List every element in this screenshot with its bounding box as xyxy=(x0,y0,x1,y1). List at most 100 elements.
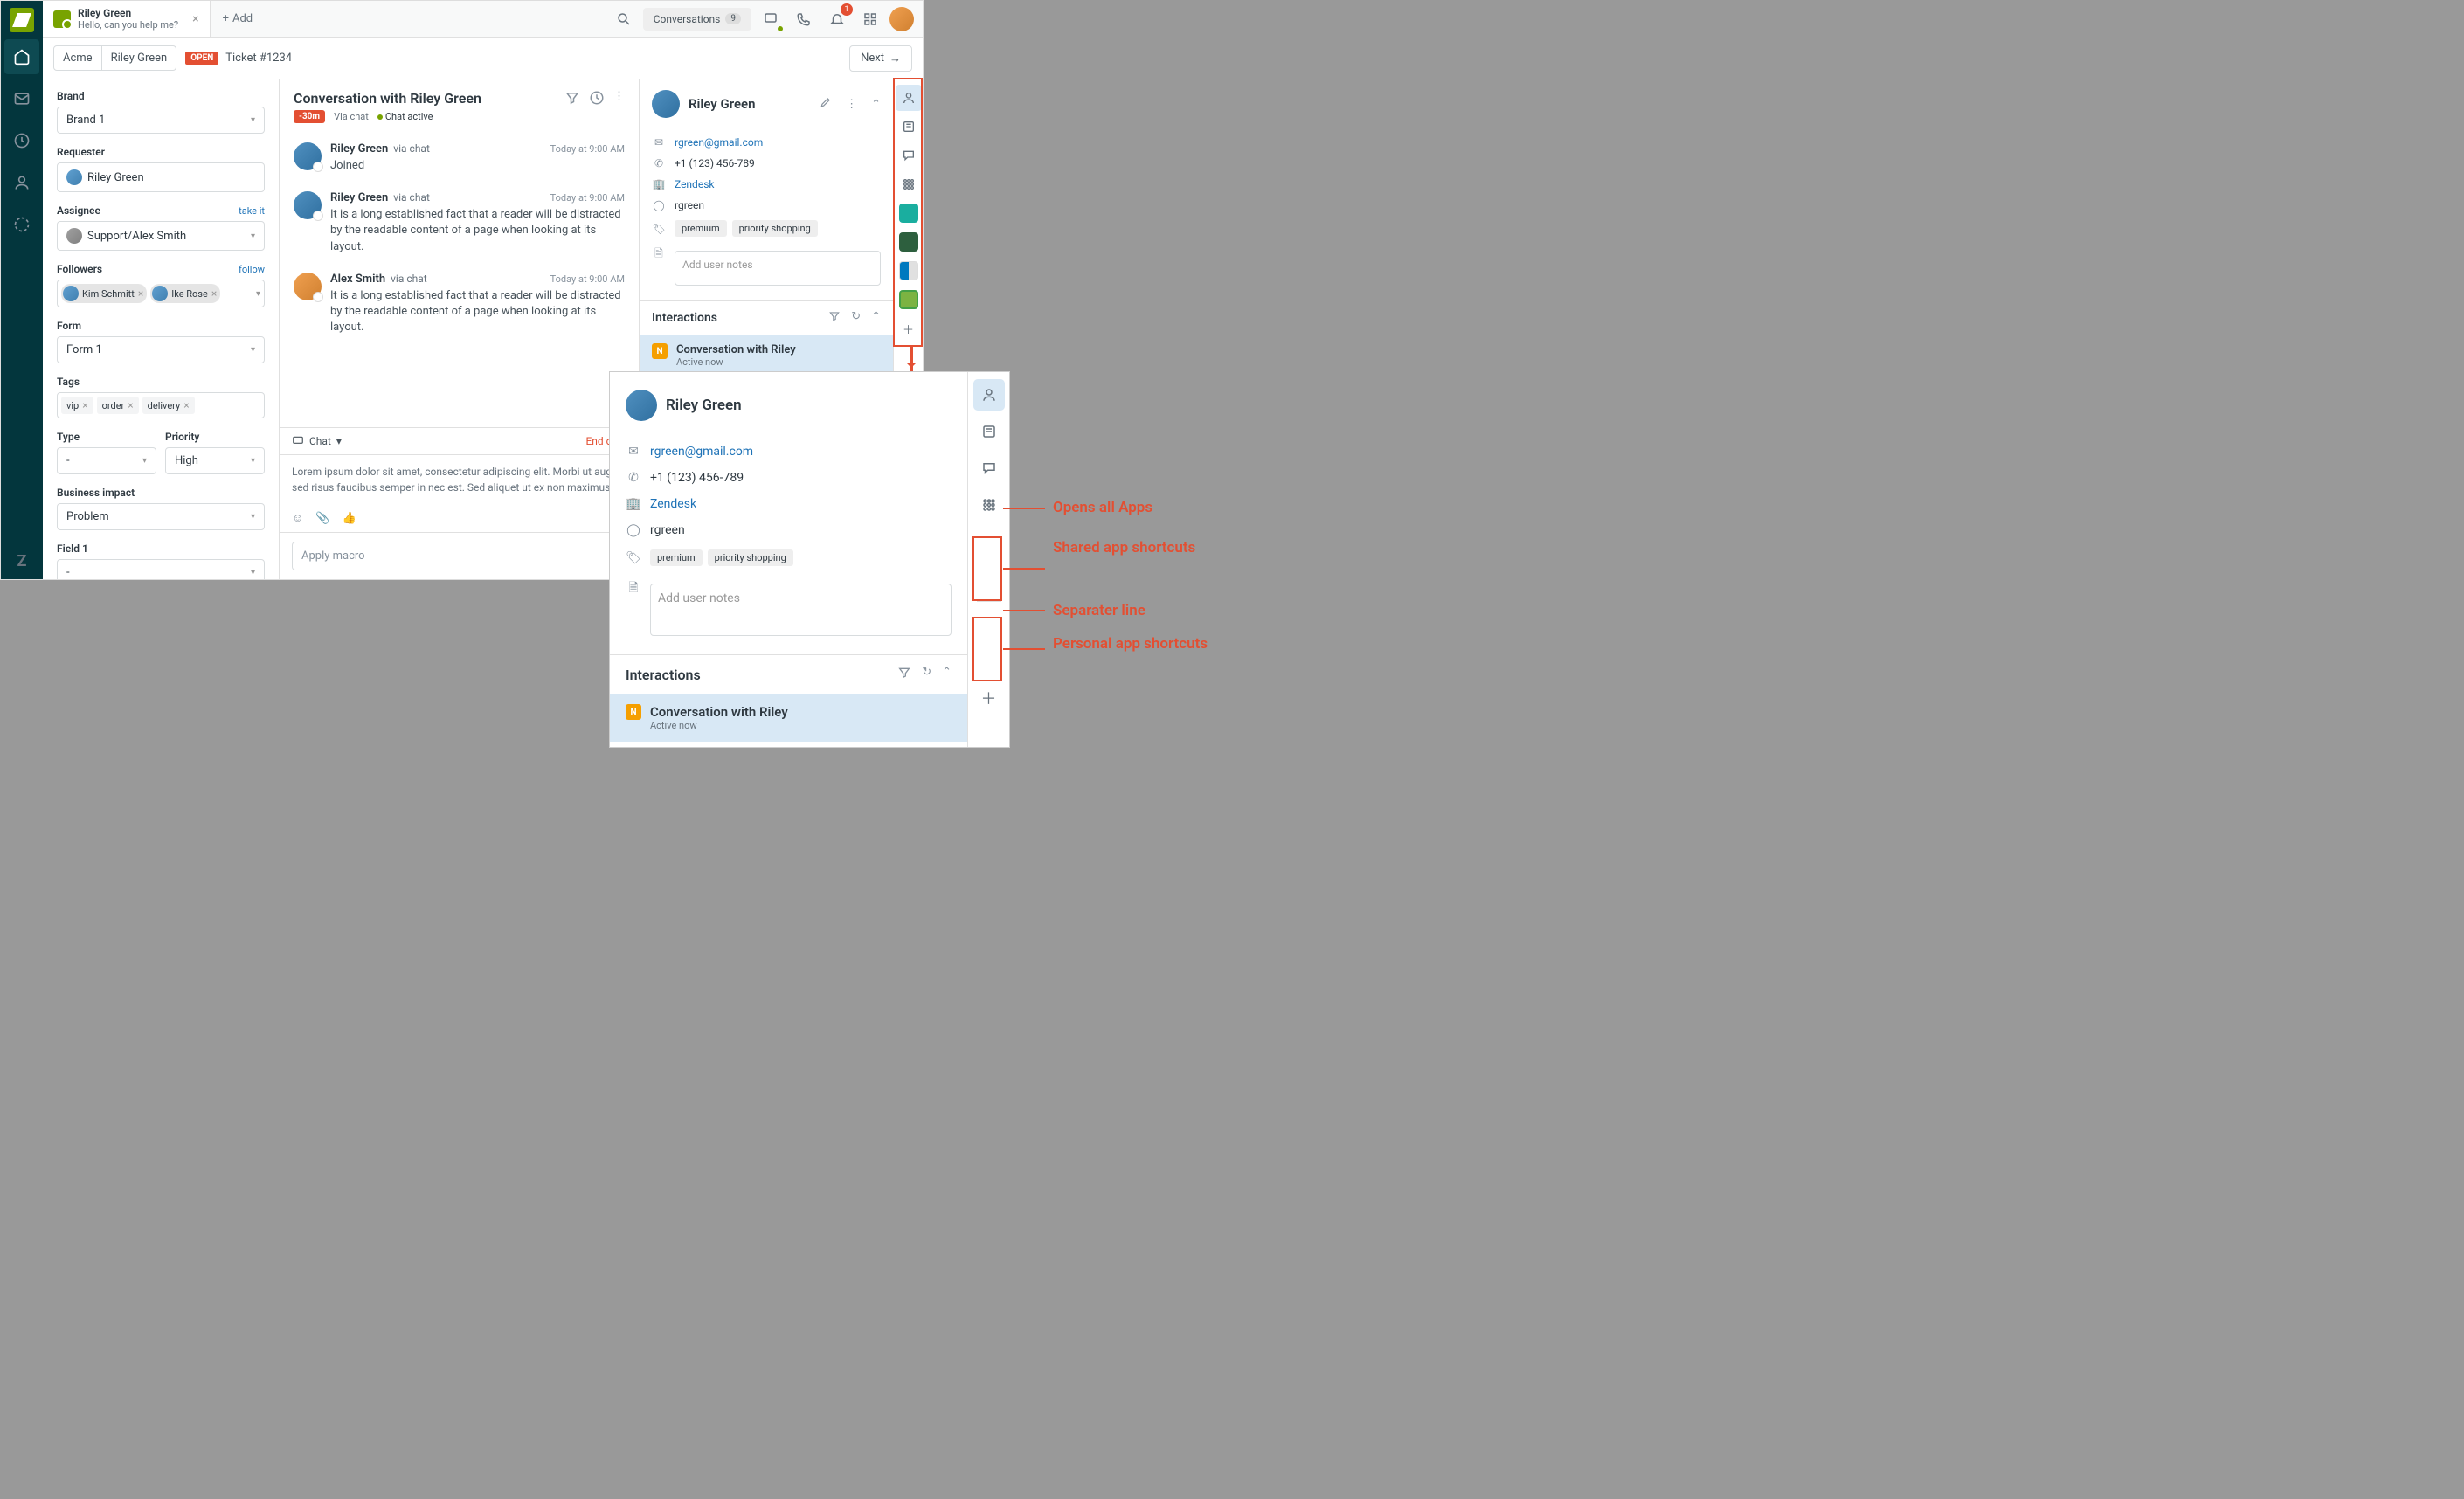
next-button[interactable]: Next→ xyxy=(849,45,912,72)
remove-icon[interactable]: × xyxy=(138,287,143,300)
phone-icon: ✆ xyxy=(626,471,641,485)
customer-email[interactable]: rgreen@gmail.com xyxy=(675,136,763,149)
zendesk-z-icon[interactable]: Z xyxy=(17,552,27,570)
user-notes-input[interactable]: Add user notes xyxy=(675,251,881,286)
rail-user-icon[interactable] xyxy=(896,85,922,111)
filter-icon[interactable] xyxy=(897,666,911,683)
nav-mail-icon[interactable] xyxy=(4,81,39,116)
field1-label: Field 1 xyxy=(57,542,265,555)
user-avatar[interactable] xyxy=(889,7,914,31)
thumbs-up-icon[interactable]: 👍 xyxy=(342,512,356,525)
nav-help-icon[interactable] xyxy=(4,207,39,242)
rail-app-shared-2[interactable] xyxy=(896,229,922,255)
chat-status-icon[interactable] xyxy=(757,5,785,33)
edit-icon[interactable] xyxy=(820,96,832,112)
app-icon xyxy=(978,567,1000,590)
app-icon xyxy=(899,232,918,252)
filter-icon[interactable] xyxy=(564,90,580,109)
field1-select[interactable]: -▾ xyxy=(57,559,265,579)
remove-icon[interactable]: × xyxy=(128,399,133,411)
type-select[interactable]: -▾ xyxy=(57,447,156,474)
chevron-down-icon: ▾ xyxy=(256,289,260,299)
nav-person-icon[interactable] xyxy=(4,165,39,200)
assignee-select[interactable]: Support/Alex Smith▾ xyxy=(57,221,265,251)
customer-avatar xyxy=(652,90,680,118)
rail-app-shared-2[interactable] xyxy=(973,563,1005,594)
search-icon[interactable] xyxy=(610,5,638,33)
followers-input[interactable]: Kim Schmitt× Ike Rose× ▾ xyxy=(57,280,265,307)
notifications-icon[interactable] xyxy=(823,5,851,33)
rail-add-icon[interactable]: ＋ xyxy=(973,682,1005,714)
annotation-separator-line: Separater line xyxy=(1053,602,1145,619)
rail-knowledge-icon[interactable] xyxy=(973,416,1005,447)
app-icon xyxy=(899,290,918,309)
breadcrumb-user[interactable]: Riley Green xyxy=(102,45,177,71)
breadcrumb-acme[interactable]: Acme xyxy=(53,45,102,71)
channel-select[interactable]: Chat▾ xyxy=(292,435,342,447)
rail-add-icon[interactable]: ＋ xyxy=(896,315,922,342)
requester-select[interactable]: Riley Green xyxy=(57,162,265,192)
tab-close-icon[interactable]: × xyxy=(192,12,198,26)
emoji-icon[interactable]: ☺ xyxy=(292,511,303,525)
assignee-label: Assignee xyxy=(57,204,100,217)
priority-select[interactable]: High▾ xyxy=(165,447,265,474)
app-icon xyxy=(899,204,918,223)
rail-app-personal-2[interactable] xyxy=(896,287,922,313)
interaction-item[interactable]: NConversation with RileyActive now xyxy=(640,335,893,376)
phone-icon[interactable] xyxy=(790,5,818,33)
nav-home-icon[interactable] xyxy=(4,39,39,74)
rail-app-shared-1[interactable] xyxy=(973,526,1005,557)
chevron-up-icon[interactable]: ⌃ xyxy=(871,310,881,326)
rail-knowledge-icon[interactable] xyxy=(896,114,922,140)
conversations-button[interactable]: Conversations9 xyxy=(643,8,751,31)
remove-icon[interactable]: × xyxy=(82,399,87,411)
rail-apps-grid-icon[interactable] xyxy=(896,171,922,197)
conversation-panel: Conversation with Riley Green -30m Via c… xyxy=(279,79,640,579)
priority-label: Priority xyxy=(165,431,265,443)
customer-org[interactable]: Zendesk xyxy=(650,497,696,511)
customer-email[interactable]: rgreen@gmail.com xyxy=(650,445,753,459)
rail-user-icon[interactable] xyxy=(973,379,1005,411)
apply-macro-select[interactable]: Apply macro xyxy=(292,542,626,570)
customer-name: Riley Green xyxy=(666,397,952,414)
zendesk-logo-icon[interactable] xyxy=(10,8,34,32)
more-icon[interactable]: ⋮ xyxy=(846,98,857,111)
interaction-item[interactable]: NConversation with RileyActive now xyxy=(610,694,967,742)
refresh-icon[interactable]: ↻ xyxy=(922,666,931,683)
customer-tag: premium xyxy=(675,220,727,237)
rail-apps-grid-icon[interactable] xyxy=(973,489,1005,521)
form-select[interactable]: Form 1▾ xyxy=(57,336,265,363)
remove-icon[interactable]: × xyxy=(183,399,189,411)
tab-chat-riley[interactable]: Riley GreenHello, can you help me? × xyxy=(43,1,211,37)
follow-link[interactable]: follow xyxy=(239,264,265,275)
rail-app-personal-1[interactable] xyxy=(973,609,1005,640)
nav-clock-icon[interactable] xyxy=(4,123,39,158)
user-notes-input[interactable]: Add user notes xyxy=(650,584,952,636)
chevron-up-icon[interactable]: ⌃ xyxy=(871,98,881,111)
chevron-up-icon[interactable]: ⌃ xyxy=(942,666,952,683)
tags-input[interactable]: vip× order× delivery× xyxy=(57,392,265,418)
filter-icon[interactable] xyxy=(828,310,841,326)
apps-icon[interactable] xyxy=(856,5,884,33)
take-it-link[interactable]: take it xyxy=(239,205,265,217)
rail-chat-icon[interactable] xyxy=(896,142,922,169)
brand-select[interactable]: Brand 1▾ xyxy=(57,107,265,134)
history-icon[interactable] xyxy=(589,90,605,109)
type-label: Type xyxy=(57,431,156,443)
refresh-icon[interactable]: ↻ xyxy=(851,310,861,326)
new-badge-icon: N xyxy=(652,343,668,359)
annotation-line xyxy=(1003,508,1045,509)
rail-app-personal-2[interactable] xyxy=(973,646,1005,677)
more-icon[interactable]: ⋮ xyxy=(613,90,625,109)
annotation-opens-all-apps: Opens all Apps xyxy=(1053,499,1152,516)
composer-textarea[interactable]: Lorem ipsum dolor sit amet, consectetur … xyxy=(280,455,639,504)
rail-app-personal-1[interactable] xyxy=(896,258,922,284)
impact-select[interactable]: Problem▾ xyxy=(57,503,265,530)
customer-org[interactable]: Zendesk xyxy=(675,178,714,190)
rail-app-shared-1[interactable] xyxy=(896,200,922,226)
add-tab-button[interactable]: +Add xyxy=(211,1,266,37)
remove-icon[interactable]: × xyxy=(211,287,217,300)
left-nav: Z xyxy=(1,1,43,579)
attachment-icon[interactable]: 📎 xyxy=(315,512,329,525)
rail-chat-icon[interactable] xyxy=(973,452,1005,484)
